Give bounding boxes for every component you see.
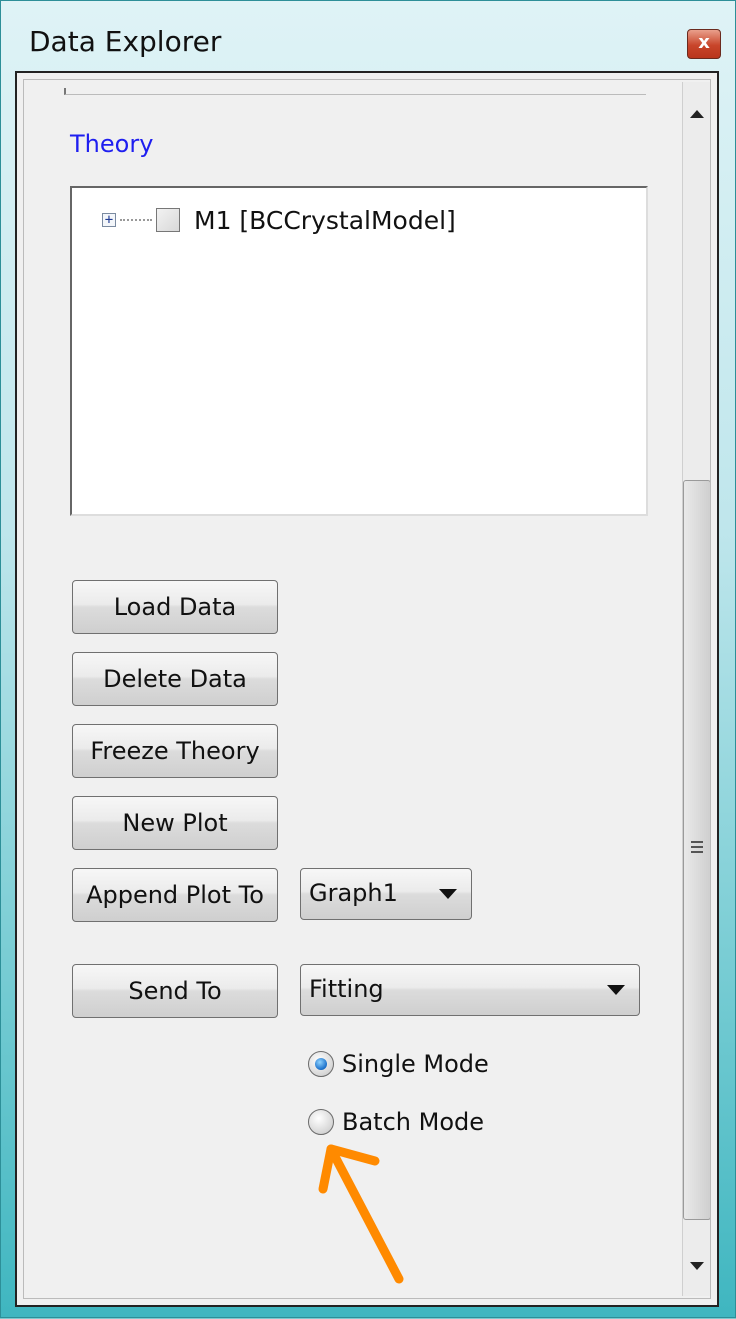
annotation-overlay [318,1144,404,1284]
data-explorer-window: Data Explorer x Theory + M1 [BCCrystalMo… [0,0,736,1318]
orange-arrow-icon [318,1144,404,1284]
